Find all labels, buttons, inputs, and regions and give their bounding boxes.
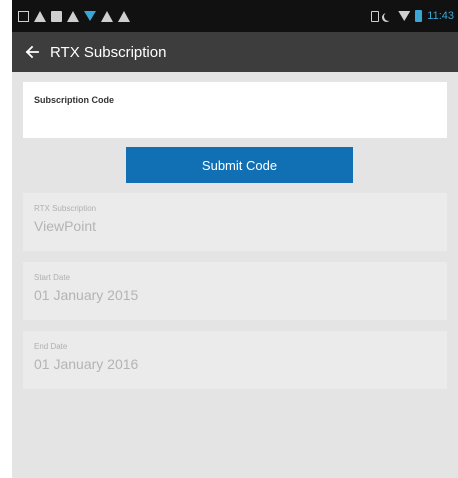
wifi-icon — [398, 11, 411, 21]
subscription-code-input[interactable] — [34, 111, 437, 131]
submit-code-button[interactable]: Submit Code — [126, 147, 353, 183]
status-right-icons: 11:43 — [371, 10, 454, 22]
status-bar: 11:43 — [12, 0, 458, 32]
end-date-value: 01 January 2016 — [34, 356, 139, 372]
battery-icon — [415, 10, 423, 22]
wifi-icon — [84, 11, 96, 21]
toolbar: RTX Subscription — [12, 32, 458, 72]
warning-icon — [101, 10, 113, 22]
warning-icon — [67, 10, 79, 22]
warning-icon — [118, 10, 130, 22]
subscription-code-card: Subscription Code — [23, 82, 447, 138]
arrow-left-icon[interactable] — [22, 42, 42, 62]
moon-icon — [384, 12, 393, 21]
page-title: RTX Subscription — [50, 43, 167, 61]
warning-icon — [34, 10, 46, 22]
subscription-info-card: RTX Subscription ViewPoint — [23, 193, 447, 251]
subscription-code-label: Subscription Code — [34, 95, 115, 105]
app-screen: 11:43 RTX Subscription Subscription Code… — [12, 0, 458, 478]
start-date-card: Start Date 01 January 2015 — [23, 262, 447, 320]
subscription-label: RTX Subscription — [34, 204, 97, 213]
notification-icon — [18, 10, 29, 22]
end-date-label: End Date — [34, 342, 68, 351]
sim-icon — [371, 10, 380, 22]
subscription-value: ViewPoint — [34, 218, 97, 234]
start-date-label: Start Date — [34, 273, 71, 282]
status-left-icons — [18, 10, 130, 22]
status-time: 11:43 — [427, 10, 454, 22]
start-date-value: 01 January 2015 — [34, 287, 139, 303]
end-date-card: End Date 01 January 2016 — [23, 331, 447, 389]
image-icon — [51, 10, 62, 22]
